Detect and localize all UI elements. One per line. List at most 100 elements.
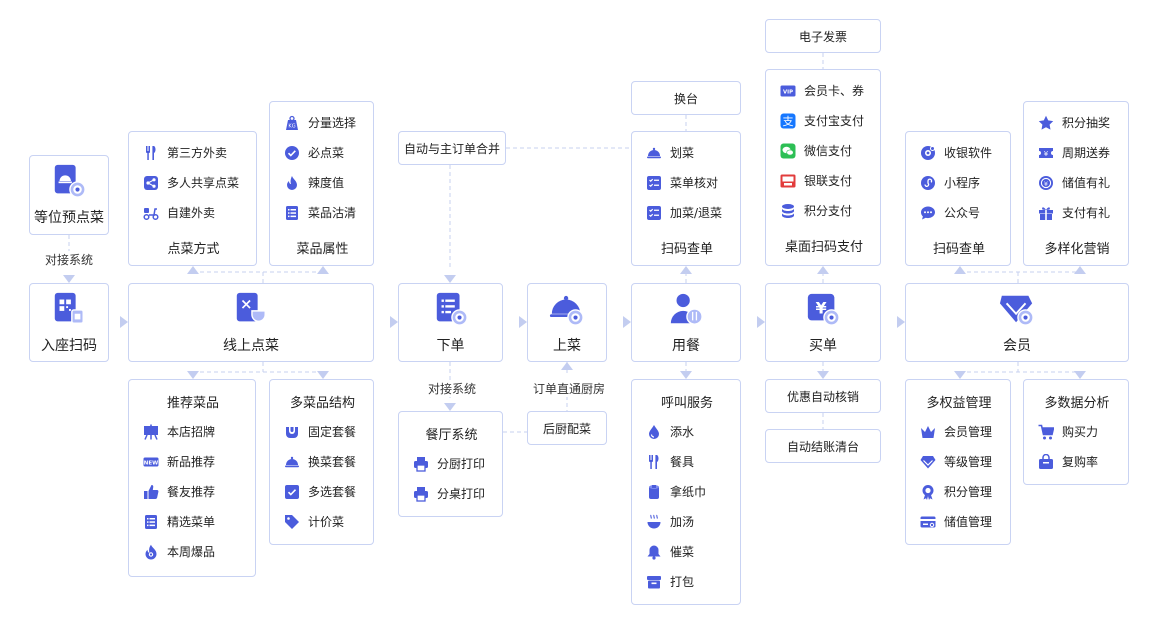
serve-node[interactable]: 上菜 [527, 283, 607, 362]
e-invoice-box[interactable]: 电子发票 [765, 19, 881, 53]
checkout-label: 买单 [809, 337, 837, 354]
group-item-label: 分桌打印 [437, 487, 486, 501]
group-item[interactable]: 打包 [646, 573, 694, 590]
tissue-icon [646, 484, 662, 500]
group-item[interactable]: 换菜套餐 [284, 453, 356, 470]
group-item[interactable]: 微信支付 [780, 142, 852, 159]
arrow-head [187, 371, 199, 379]
arrow-head [317, 371, 329, 379]
group-item[interactable]: 加汤 [646, 513, 694, 530]
group-item-label: 储值有礼 [1062, 176, 1111, 190]
group-item[interactable]: 多选套餐 [284, 483, 356, 500]
auto-settle-box[interactable]: 自动结账清台 [765, 429, 881, 463]
group-item[interactable]: 积分抽奖 [1038, 114, 1110, 131]
group-item[interactable]: 购买力 [1038, 423, 1098, 440]
merge-order-box[interactable]: 自动与主订单合并 [398, 131, 506, 165]
group-item-label: 餐友推荐 [167, 485, 216, 499]
seat-scan-node[interactable]: 入座扫码 [29, 283, 109, 362]
group-item[interactable]: 本店招牌 [143, 423, 215, 440]
group-item[interactable]: 辣度值 [284, 174, 344, 191]
group-item[interactable]: 催菜 [646, 543, 694, 560]
reserve-node[interactable]: 等位预点菜 [29, 155, 109, 235]
group-item[interactable]: 积分管理 [920, 483, 992, 500]
arrow-head [1074, 266, 1086, 274]
group-item[interactable]: KG 分量选择 [284, 114, 356, 131]
group-item[interactable]: 分桌打印 [413, 485, 485, 502]
cash-register-icon [920, 145, 936, 161]
group-item[interactable]: ¥ 周期送券 [1038, 144, 1110, 161]
online-order-node[interactable]: 线上点菜 [128, 283, 374, 362]
new-badge-icon: NEW [143, 454, 159, 470]
group-item[interactable]: 菜品沽清 [284, 204, 356, 221]
cloche-icon [646, 145, 662, 161]
place-order-label: 下单 [436, 337, 465, 354]
group-item[interactable]: 复购率 [1038, 453, 1098, 470]
group-item[interactable]: 添水 [646, 423, 694, 440]
place-order-node[interactable]: 下单 [398, 283, 503, 362]
group-item[interactable]: 划菜 [646, 144, 694, 161]
svg-text:KG: KG [288, 123, 295, 129]
auto-discount-box[interactable]: 优惠自动核销 [765, 379, 881, 413]
group-item[interactable]: 银联支付 [780, 172, 852, 189]
coin-icon: ¥ [1038, 175, 1054, 191]
thumbs-up-icon [143, 484, 159, 500]
serve-label: 上菜 [553, 337, 581, 354]
group-item-label: 加菜/退菜 [670, 206, 723, 220]
svg-text:支: 支 [783, 115, 794, 128]
svg-text:¥: ¥ [1044, 179, 1048, 187]
group-title: 菜品属性 [296, 242, 349, 257]
group-item[interactable]: 收银软件 [920, 144, 992, 161]
dining-node[interactable]: 用餐 [631, 283, 741, 362]
group-item-label: 菜品沽清 [308, 206, 357, 220]
group-item[interactable]: 支付有礼 [1038, 204, 1110, 221]
group-item[interactable]: 分厨打印 [413, 455, 485, 472]
group-item-label: 支付有礼 [1062, 206, 1111, 220]
group-item-label: 催菜 [670, 545, 695, 559]
group-title: 多权益管理 [926, 396, 992, 411]
checkout-node[interactable]: ¥ 买单 [765, 283, 881, 362]
scan-check-group-2: 扫码查单 收银软件 小程序 公众号 [905, 131, 1011, 266]
group-item[interactable]: 公众号 [920, 204, 980, 221]
alipay-icon: 支 [780, 113, 796, 129]
card-icon [920, 514, 936, 530]
group-item[interactable]: 积分支付 [780, 202, 852, 219]
group-item[interactable]: 等级管理 [920, 453, 992, 470]
kitchen-prep-box[interactable]: 后厨配菜 [527, 411, 607, 445]
price-tag-icon [284, 514, 300, 530]
group-item[interactable]: 自建外卖 [143, 204, 215, 221]
arrow-head [63, 275, 75, 283]
group-item[interactable]: 精选菜单 [143, 513, 215, 530]
wechat-icon [780, 143, 796, 159]
group-item[interactable]: 本周爆品 [143, 543, 215, 560]
group-item[interactable]: 小程序 [920, 174, 980, 191]
scan-check-group-1: 扫码查单 划菜 菜单核对 加菜/退菜 [631, 131, 741, 266]
group-item[interactable]: 固定套餐 [284, 423, 356, 440]
group-item-label: 拿纸巾 [670, 485, 707, 499]
cloche-icon [284, 454, 300, 470]
change-table-box[interactable]: 换台 [631, 81, 741, 115]
group-item[interactable]: VIP 会员卡、券 [780, 82, 864, 99]
printer-icon [413, 486, 429, 502]
group-item[interactable]: 餐友推荐 [143, 483, 215, 500]
member-node[interactable]: 会员 [905, 283, 1129, 362]
group-item-label: 菜单核对 [670, 176, 719, 190]
group-item-label: 自建外卖 [167, 206, 216, 220]
ticket-icon: ¥ [1038, 145, 1054, 161]
cart-icon [1038, 424, 1055, 440]
group-item[interactable]: 菜单核对 [646, 174, 718, 191]
group-item[interactable]: 支支付宝支付 [780, 112, 864, 129]
group-item[interactable]: 储值管理 [920, 513, 992, 530]
group-item[interactable]: ¥ 储值有礼 [1038, 174, 1110, 191]
group-item[interactable]: 必点菜 [284, 144, 344, 161]
arrow-head [680, 371, 692, 379]
group-item[interactable]: NEW 新品推荐 [143, 453, 215, 470]
group-item[interactable]: 多人共享点菜 [143, 174, 239, 191]
group-item[interactable]: 会员管理 [920, 423, 992, 440]
group-item[interactable]: 餐具 [646, 453, 694, 470]
group-item[interactable]: 第三方外卖 [143, 144, 227, 161]
group-item[interactable]: 计价菜 [284, 513, 344, 530]
diamond-icon [999, 291, 1035, 327]
group-item[interactable]: 加菜/退菜 [646, 204, 722, 221]
group-title: 多菜品结构 [289, 396, 355, 411]
group-item[interactable]: 拿纸巾 [646, 483, 706, 500]
